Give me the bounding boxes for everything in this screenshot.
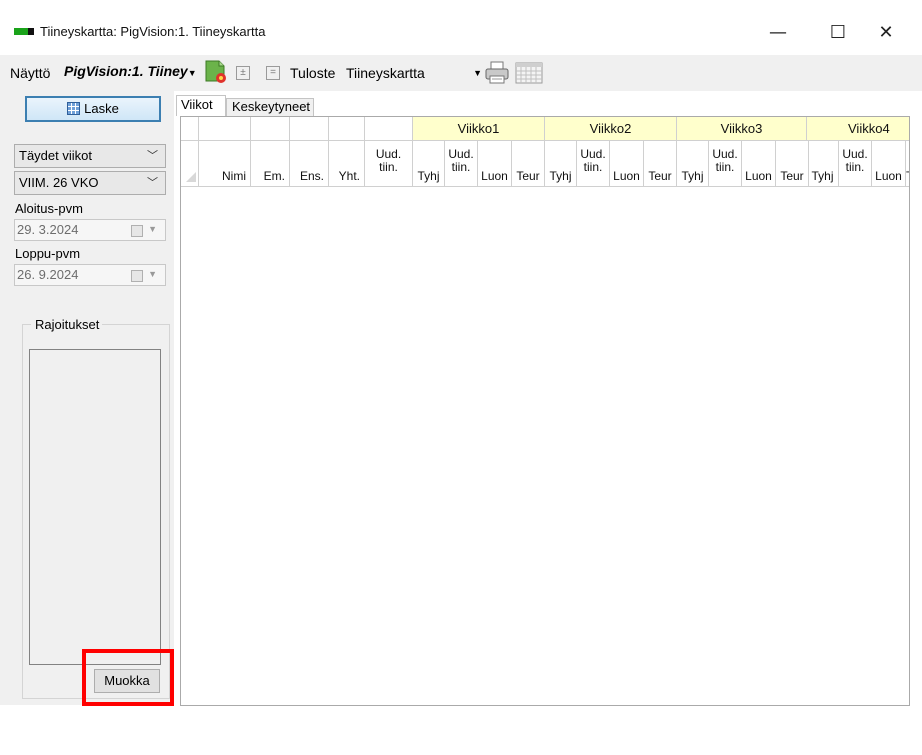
column-header-week-sub[interactable]: Uud. tiin. — [709, 141, 742, 187]
chevron-down-icon[interactable]: ▼ — [148, 264, 157, 284]
weeks-dropdown-value: Täydet viikot — [19, 148, 92, 163]
column-header-week-sub[interactable]: Teur — [906, 141, 909, 187]
left-panel: Laske Täydet viikot ﹀ VIIM. 26 VKO ﹀ Aloit… — [0, 91, 174, 705]
header-cell — [199, 117, 251, 141]
restrictions-label: Rajoitukset — [32, 317, 103, 332]
chevron-down-icon: ▼ — [187, 68, 197, 78]
close-button[interactable]: ✕ — [866, 22, 906, 46]
group-border — [98, 324, 170, 325]
column-header-nimi[interactable]: Nimi — [199, 141, 251, 187]
weeks-dropdown[interactable]: Täydet viikot ﹀ — [14, 144, 166, 168]
column-header-week-sub[interactable]: Tyhj — [545, 141, 577, 187]
collapse-icon[interactable]: = — [266, 66, 280, 80]
maximize-button[interactable]: ☐ — [818, 22, 858, 46]
restrictions-list[interactable] — [29, 349, 161, 665]
column-header-label: Teur — [780, 169, 804, 183]
row-header-corner — [181, 117, 199, 141]
column-header-week-sub[interactable]: Luon — [872, 141, 906, 187]
start-date-value: 29. 3.2024 — [17, 222, 79, 237]
period-dropdown[interactable]: VIIM. 26 VKO ﹀ — [14, 171, 166, 195]
column-header-week-sub[interactable]: Luon — [478, 141, 512, 187]
column-header-week-sub[interactable]: Teur — [776, 141, 809, 187]
minimize-button[interactable]: — — [758, 22, 798, 46]
print-template-select[interactable]: Tiineyskartta ▼ — [346, 65, 482, 83]
column-header-label: Uud. tiin. — [842, 147, 868, 174]
week-group-header: Viikko1 — [413, 117, 545, 141]
column-header-label: Uud. tiin. — [712, 147, 738, 174]
calculator-icon — [67, 102, 81, 115]
row-selector-header — [181, 141, 199, 187]
column-header-week-sub[interactable]: Uud. tiin. — [445, 141, 478, 187]
title-bar: Tiineyskartta: PigVision:1. Tiineyskartt… — [0, 18, 922, 52]
start-date-label: Aloitus-pvm — [15, 201, 83, 216]
end-date-field[interactable]: 26. 9.2024 ▼ — [14, 264, 166, 286]
data-grid[interactable]: Viikko1 Viikko2 Viikko3 Viikko4 Nimi Em.… — [180, 116, 910, 706]
header-cell — [251, 117, 290, 141]
column-header-week-sub[interactable]: Tyhj — [413, 141, 445, 187]
column-header-week-sub[interactable]: Luon — [742, 141, 776, 187]
calendar-icon[interactable] — [131, 225, 143, 237]
window-title: Tiineyskartta: PigVision:1. Tiineyskartt… — [40, 24, 266, 39]
column-header-week-sub[interactable]: Uud. tiin. — [577, 141, 610, 187]
print-label: Tuloste — [290, 65, 336, 81]
column-header-week-sub[interactable]: Teur — [644, 141, 677, 187]
group-border — [22, 324, 31, 325]
column-header-label: Luon — [481, 169, 508, 183]
printer-icon[interactable] — [484, 61, 510, 85]
app-logo-icon — [14, 28, 34, 35]
end-date-label: Loppu-pvm — [15, 246, 81, 261]
toolbar: Näyttö PigVision:1. Tiiney▼ ± = Tuloste … — [0, 55, 922, 91]
column-header-label: Teur — [906, 169, 909, 183]
header-cell — [365, 117, 413, 141]
chevron-down-icon[interactable]: ▼ — [148, 219, 157, 239]
column-header-label: Luon — [875, 169, 902, 183]
start-date-field[interactable]: 29. 3.2024 ▼ — [14, 219, 166, 241]
column-header-uud-tiin[interactable]: Uud. tiin. — [365, 141, 413, 187]
column-header-yht[interactable]: Yht. — [329, 141, 365, 187]
column-header-label: Luon — [613, 169, 640, 183]
column-header-week-sub[interactable]: Tyhj — [807, 141, 839, 187]
column-header-label: Tyhj — [811, 169, 834, 183]
column-header-label: Uud. tiin. — [580, 147, 606, 174]
column-header-ens[interactable]: Ens. — [290, 141, 329, 187]
column-header-week-sub[interactable]: Uud. tiin. — [839, 141, 872, 187]
week-group-header: Viikko3 — [677, 117, 807, 141]
view-selector[interactable]: PigVision:1. Tiiney▼ — [64, 63, 202, 83]
column-header-em[interactable]: Em. — [251, 141, 290, 187]
calculate-button[interactable]: Laske — [25, 96, 161, 122]
calendar-icon[interactable] — [131, 270, 143, 282]
column-header-label: Teur — [648, 169, 672, 183]
print-template-value: Tiineyskartta — [346, 65, 425, 81]
column-header-label: Teur — [516, 169, 540, 183]
week-group-label: Viikko4 — [848, 121, 890, 136]
header-cell — [329, 117, 365, 141]
chevron-down-icon: ▼ — [473, 68, 482, 78]
sort-corner-icon — [186, 172, 196, 182]
view-label: Näyttö — [10, 65, 51, 81]
view-selector-value: PigVision:1. Tiiney — [64, 63, 188, 79]
week-group-header: Viikko4 — [807, 117, 909, 141]
calculate-button-label: Laske — [84, 101, 119, 116]
highlight-box — [82, 649, 174, 706]
column-header-week-sub[interactable]: Luon — [610, 141, 644, 187]
header-cell — [290, 117, 329, 141]
end-date-value: 26. 9.2024 — [17, 267, 79, 282]
tab-keskeytyneet[interactable]: Keskeytyneet — [226, 98, 314, 116]
tab-viikot[interactable]: Viikot — [176, 95, 226, 116]
column-header-label: Luon — [745, 169, 772, 183]
column-header-week-sub[interactable]: Teur — [512, 141, 545, 187]
column-header-week-sub[interactable]: Tyhj — [677, 141, 709, 187]
calendar-icon[interactable] — [515, 61, 543, 85]
column-header-label: Uud. tiin. — [448, 147, 474, 174]
column-header-label: Tyhj — [417, 169, 440, 183]
column-header-label: Tyhj — [549, 169, 572, 183]
settings-icon[interactable] — [203, 59, 229, 85]
column-header-label: Tyhj — [681, 169, 704, 183]
expand-icon[interactable]: ± — [236, 66, 250, 80]
chevron-down-icon: ﹀ — [147, 150, 158, 162]
week-group-header: Viikko2 — [545, 117, 677, 141]
period-dropdown-value: VIIM. 26 VKO — [19, 175, 99, 190]
chevron-down-icon: ﹀ — [147, 177, 158, 189]
